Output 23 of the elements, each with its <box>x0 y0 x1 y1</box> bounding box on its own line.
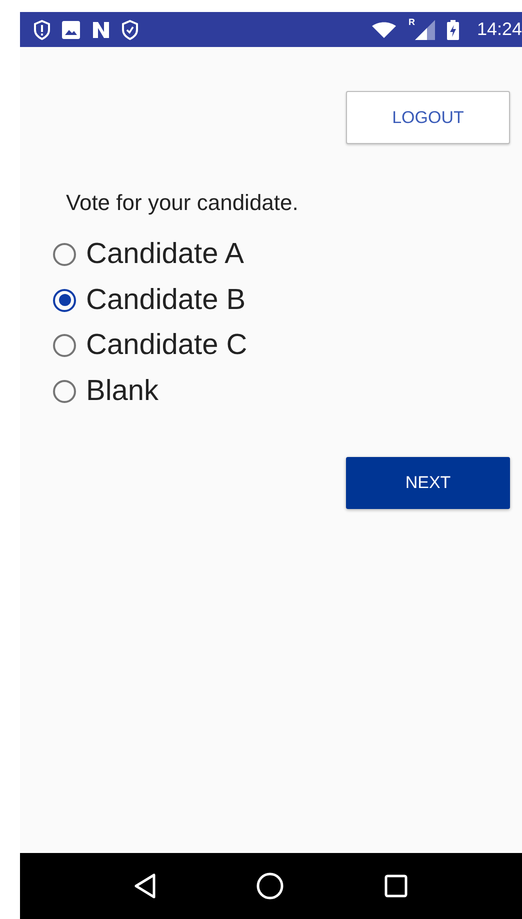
recents-icon[interactable] <box>384 874 408 898</box>
radio-button[interactable] <box>53 334 76 358</box>
alert-shield-icon <box>34 20 50 40</box>
n-logo-icon <box>92 20 110 38</box>
option-label[interactable]: Candidate C <box>86 329 248 362</box>
radio-button[interactable] <box>53 288 76 312</box>
home-icon[interactable] <box>256 872 284 900</box>
next-button[interactable]: NEXT <box>346 457 510 509</box>
radio-button[interactable] <box>53 380 76 403</box>
battery-icon <box>446 20 459 40</box>
option-label[interactable]: Blank <box>86 374 159 408</box>
roaming-label: R <box>408 17 415 27</box>
wifi-icon <box>372 22 396 38</box>
option-label[interactable]: Candidate B <box>86 284 246 317</box>
logout-button[interactable]: LOGOUT <box>346 91 510 144</box>
option-label[interactable]: Candidate A <box>86 238 244 272</box>
image-icon <box>62 20 80 38</box>
back-icon[interactable] <box>134 873 156 899</box>
signal-icon <box>414 20 435 40</box>
shield-check-icon <box>122 20 138 40</box>
clock-time: 14:24 <box>476 19 522 40</box>
radio-button[interactable] <box>53 243 76 266</box>
vote-prompt: Vote for your candidate. <box>66 190 300 216</box>
